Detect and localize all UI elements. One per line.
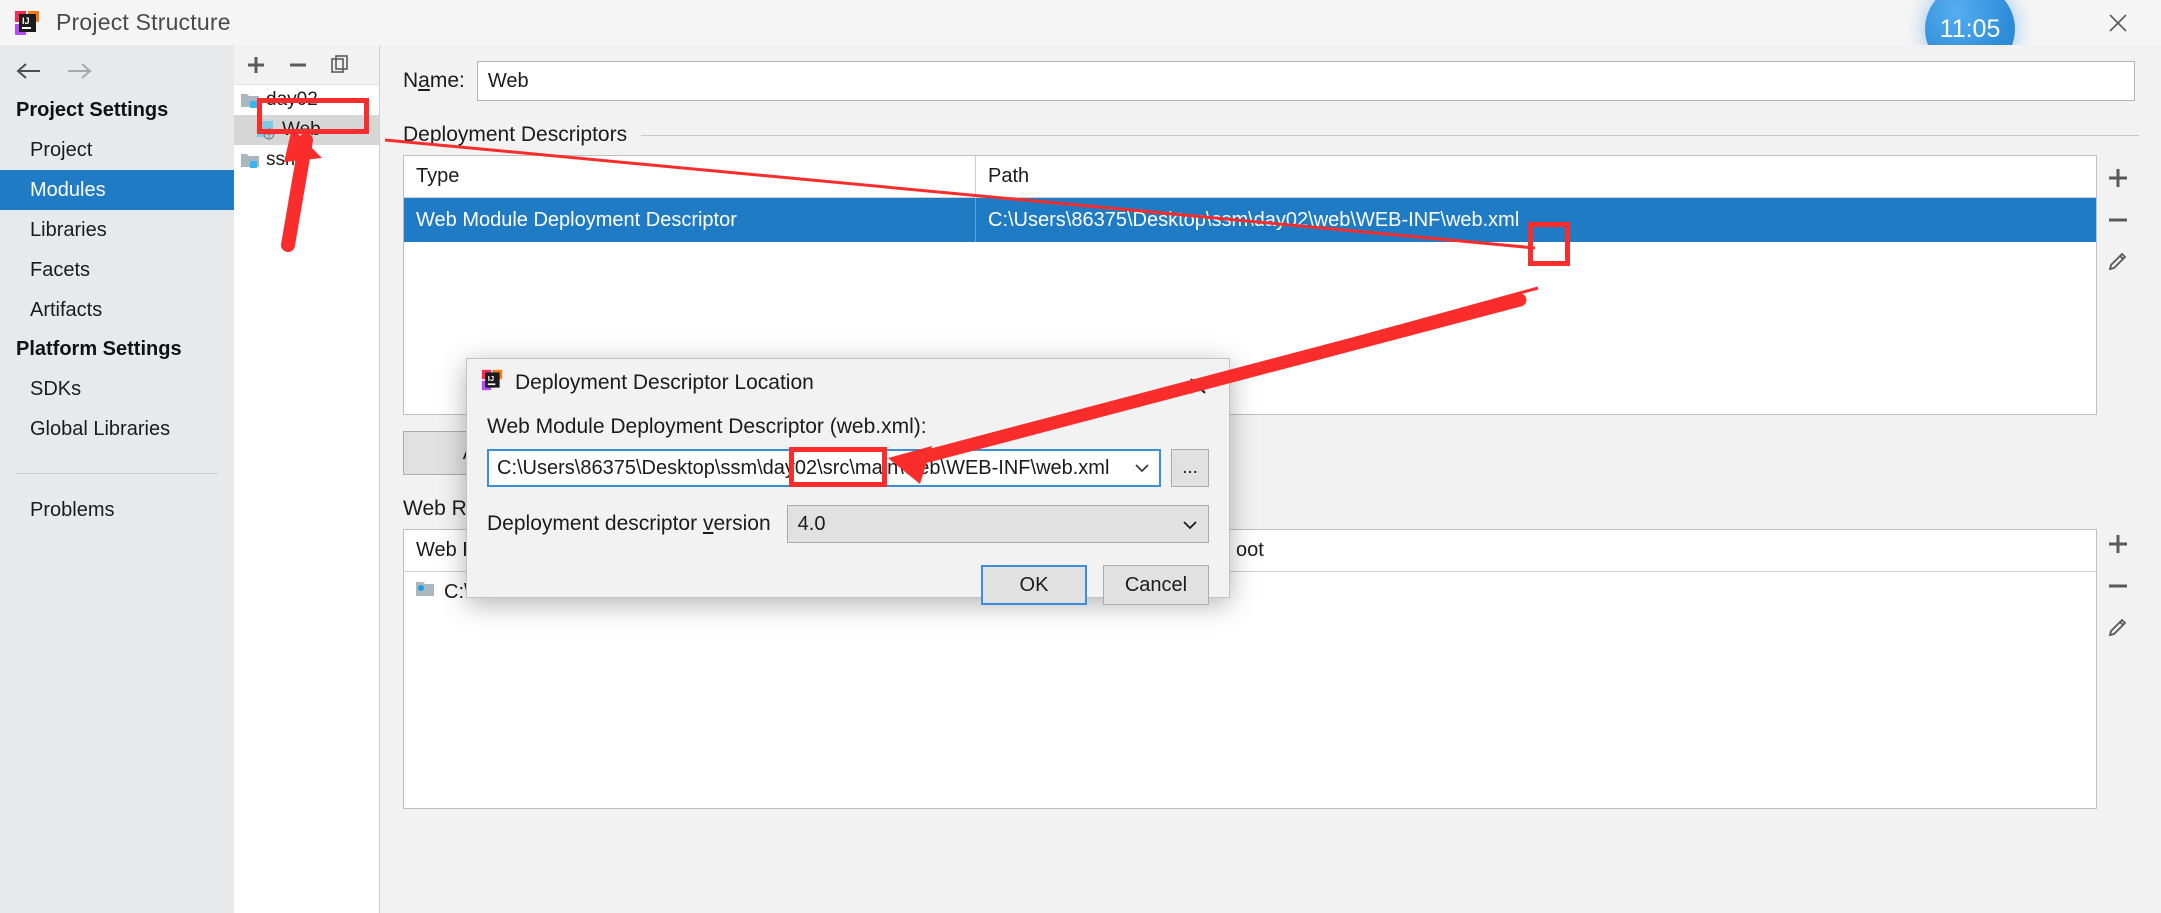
column-header-type: Type <box>404 156 976 197</box>
legend-divider <box>641 134 2139 136</box>
descriptor-version-label: Deployment descriptor version <box>487 512 771 535</box>
module-name-row: Name: <box>381 45 2161 101</box>
sidebar-item-project[interactable]: Project <box>0 130 234 170</box>
sidebar-divider <box>16 473 218 474</box>
sidebar-group-project-settings: Project Settings <box>16 99 169 121</box>
sidebar-item-artifacts[interactable]: Artifacts <box>0 290 234 330</box>
minus-icon <box>2109 218 2127 222</box>
title-bar: IJ Project Structure 11:05 <box>0 0 2161 74</box>
web-resource-side-buttons <box>2097 521 2139 809</box>
svg-text:IJ: IJ <box>488 374 494 383</box>
dialog-title: Deployment Descriptor Location <box>515 371 814 394</box>
forward-button[interactable] <box>64 60 94 87</box>
close-icon <box>2109 13 2127 32</box>
chevron-down-icon[interactable] <box>1125 451 1159 485</box>
copy-module-button[interactable] <box>328 53 352 77</box>
deployment-descriptors-title: Deployment Descriptors <box>403 123 628 146</box>
clock-time: 11:05 <box>1939 14 2001 43</box>
descriptor-version-value: 4.0 <box>797 512 826 535</box>
arrow-left-icon <box>16 62 40 79</box>
pencil-icon <box>2108 252 2127 271</box>
tree-node-label: Web <box>282 119 321 140</box>
chevron-down-icon <box>1182 513 1198 536</box>
remove-web-resource-button[interactable] <box>2099 567 2137 605</box>
sidebar-group-platform-settings: Platform Settings <box>16 338 182 360</box>
descriptor-version-row: Deployment descriptor version 4.0 <box>487 505 1209 543</box>
folder-module-icon <box>240 151 260 169</box>
module-tree-panel: day02 Web ssm <box>234 45 380 913</box>
deployment-side-buttons <box>2097 155 2139 415</box>
copy-icon <box>331 54 348 73</box>
svg-text:IJ: IJ <box>22 16 30 26</box>
dialog-body: Web Module Deployment Descriptor (web.xm… <box>467 407 1229 543</box>
pencil-icon <box>2108 618 2127 637</box>
arrow-right-icon <box>68 62 92 79</box>
module-name-label: Name: <box>403 69 465 92</box>
descriptor-path-input[interactable] <box>489 451 1125 485</box>
sidebar-item-sdks[interactable]: SDKs <box>0 369 234 409</box>
sidebar-item-modules[interactable]: Modules <box>0 170 234 210</box>
sidebar-item-problems[interactable]: Problems <box>0 490 234 530</box>
web-folder-icon <box>414 579 436 605</box>
remove-descriptor-button[interactable] <box>2099 201 2137 239</box>
cancel-button[interactable]: Cancel <box>1103 565 1209 605</box>
project-structure-window: IJ Project Structure 11:05 Project Setti… <box>0 0 2161 913</box>
close-icon <box>1190 378 1206 394</box>
add-web-resource-button[interactable] <box>2099 525 2137 563</box>
sidebar-item-global-libraries[interactable]: Global Libraries <box>0 409 234 449</box>
deployment-descriptors-legend: Deployment Descriptors <box>403 123 2139 147</box>
column-header-path-relative-to-root: oot <box>1236 539 1264 561</box>
minus-icon <box>2109 584 2127 588</box>
descriptor-path-row: ... <box>487 449 1209 487</box>
add-descriptor-button[interactable] <box>2099 159 2137 197</box>
tree-node-web[interactable]: Web <box>234 115 379 145</box>
folder-module-icon <box>240 91 260 109</box>
dialog-title-bar: IJ Deployment Descriptor Location <box>467 359 1229 407</box>
minus-icon <box>290 63 306 66</box>
sidebar-item-libraries[interactable]: Libraries <box>0 210 234 250</box>
module-name-input[interactable] <box>476 61 2135 101</box>
intellij-logo-icon: IJ <box>481 369 503 397</box>
back-button[interactable] <box>14 60 44 87</box>
nav-arrows <box>0 45 234 91</box>
tree-node-label: ssm <box>266 149 301 170</box>
ok-button[interactable]: OK <box>981 565 1087 605</box>
edit-descriptor-button[interactable] <box>2099 243 2137 281</box>
plus-icon <box>2109 535 2127 553</box>
remove-module-button[interactable] <box>286 53 310 77</box>
plus-icon <box>2109 169 2127 187</box>
tree-node-label: day02 <box>266 89 318 110</box>
deployment-descriptor-location-dialog: IJ Deployment Descriptor Location Web Mo… <box>466 358 1230 605</box>
descriptor-version-select[interactable]: 4.0 <box>786 505 1209 543</box>
sidebar-item-facets[interactable]: Facets <box>0 250 234 290</box>
cell-path: C:\Users\86375\Desktop\ssm\day02\web\WEB… <box>988 208 1520 231</box>
tree-node-day02[interactable]: day02 <box>234 85 379 115</box>
edit-web-resource-button[interactable] <box>2099 609 2137 647</box>
settings-sidebar: Project Settings Project Modules Librari… <box>0 45 234 913</box>
dialog-close-button[interactable] <box>1183 371 1213 401</box>
plus-icon <box>248 56 264 73</box>
web-facet-icon <box>256 120 276 140</box>
intellij-logo-icon: IJ <box>14 10 40 36</box>
table-header-row: Type Path <box>404 156 2096 198</box>
dialog-buttons: OK Cancel <box>467 543 1229 605</box>
add-module-button[interactable] <box>244 53 268 77</box>
descriptor-path-combo[interactable] <box>487 449 1161 487</box>
browse-button[interactable]: ... <box>1171 449 1209 487</box>
cell-type: Web Module Deployment Descriptor <box>404 198 976 242</box>
descriptor-path-label: Web Module Deployment Descriptor (web.xm… <box>487 415 927 438</box>
table-row[interactable]: Web Module Deployment Descriptor C:\User… <box>404 198 2096 242</box>
window-title: Project Structure <box>56 9 231 35</box>
module-tree-toolbar <box>234 45 379 85</box>
column-header-path: Path <box>988 165 1030 187</box>
close-window-button[interactable] <box>2101 6 2135 40</box>
tree-node-ssm[interactable]: ssm <box>234 145 379 175</box>
